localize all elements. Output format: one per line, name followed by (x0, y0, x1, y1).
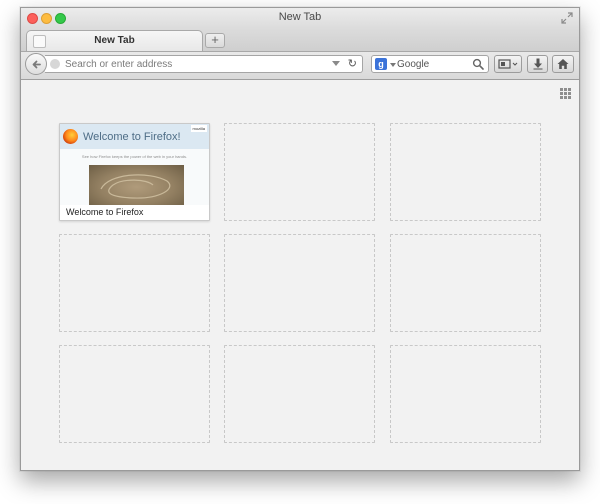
new-tab-page: Welcome to Firefox! mozilla See how Fire… (21, 80, 579, 470)
sand-drawing-icon (100, 174, 171, 199)
plus-icon: + (211, 32, 219, 47)
tile-title: Welcome to Firefox (66, 207, 144, 217)
tab-new-tab[interactable]: New Tab (26, 30, 203, 51)
engine-dropdown-icon[interactable] (390, 63, 396, 67)
empty-tile (224, 123, 375, 221)
empty-tile (224, 345, 375, 443)
mozilla-badge: mozilla (190, 125, 207, 132)
search-input[interactable] (397, 57, 469, 71)
empty-tile (59, 345, 210, 443)
fullscreen-icon[interactable] (561, 12, 573, 24)
url-input[interactable] (65, 57, 315, 71)
new-tab-button[interactable]: + (205, 33, 225, 48)
thumbnail-subtext: See how Firefox keeps the power of the w… (81, 154, 188, 159)
back-button[interactable] (25, 53, 47, 75)
title-bar: New Tab (21, 8, 579, 28)
thumbnail-header: Welcome to Firefox! mozilla (60, 124, 209, 149)
grid-icon[interactable] (560, 88, 571, 99)
magnifier-icon[interactable] (472, 58, 484, 70)
empty-tile (224, 234, 375, 332)
thumbnail-heading: Welcome to Firefox! (83, 131, 181, 143)
site-thumbnail: Welcome to Firefox! mozilla See how Fire… (60, 124, 209, 205)
empty-tile (390, 345, 541, 443)
navigation-toolbar: ↻ g (21, 52, 579, 80)
site-identity-icon[interactable] (50, 59, 60, 69)
back-arrow-icon (32, 60, 41, 69)
browser-window: New Tab New Tab + ↻ g (20, 7, 580, 471)
bookmarks-button[interactable] (494, 55, 522, 73)
reload-icon[interactable]: ↻ (348, 57, 357, 70)
window-title: New Tab (278, 11, 322, 23)
downloads-button[interactable] (527, 55, 548, 73)
google-engine-icon[interactable]: g (375, 58, 387, 70)
download-arrow-icon (533, 58, 542, 70)
empty-tile (390, 123, 541, 221)
tab-strip: New Tab + (21, 28, 579, 52)
bookmarks-icon (498, 59, 518, 69)
search-bar[interactable]: g (371, 55, 489, 73)
home-button[interactable] (552, 55, 574, 73)
thumbnail-photo (89, 165, 184, 205)
firefox-logo-icon (63, 129, 78, 144)
history-dropdown-icon[interactable] (332, 61, 340, 66)
home-icon (557, 59, 569, 69)
empty-tile (390, 234, 541, 332)
url-bar[interactable]: ↻ (45, 55, 363, 73)
tab-label: New Tab (94, 35, 135, 46)
empty-tile (59, 234, 210, 332)
top-site-tile[interactable]: Welcome to Firefox! mozilla See how Fire… (59, 123, 210, 221)
